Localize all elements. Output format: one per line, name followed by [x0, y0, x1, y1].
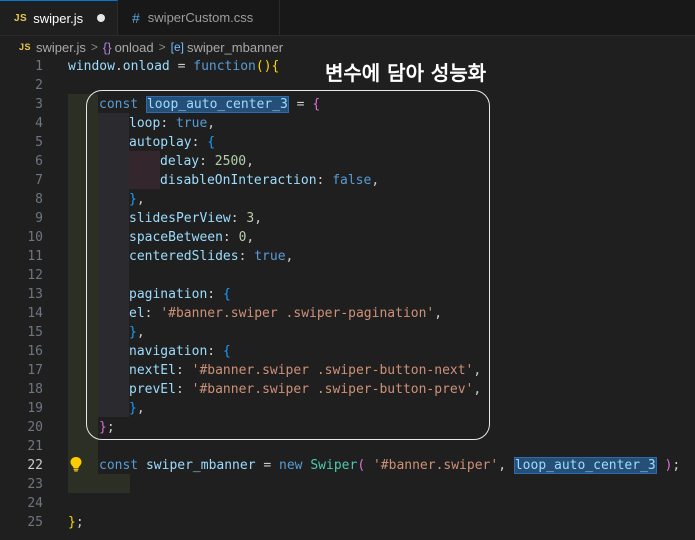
code-line: 25 };: [0, 513, 695, 532]
line-number: 25: [27, 515, 43, 530]
css-file-icon: #: [132, 9, 140, 26]
line-number: 4: [35, 116, 43, 131]
method-icon: {}: [102, 39, 112, 55]
line-number: 11: [27, 249, 43, 264]
annotation-box: [86, 90, 490, 440]
breadcrumb-variable[interactable]: swiper_mbanner: [187, 40, 283, 55]
code-text[interactable]: };: [68, 513, 84, 532]
tab-bar: JS swiper.js # swiperCustom.css: [0, 0, 695, 36]
js-file-icon: JS: [14, 12, 28, 24]
line-number: 23: [27, 477, 43, 492]
code-line-current: 22 const swiper_mbanner = new Swiper( '#…: [0, 456, 695, 475]
line-number: 21: [27, 439, 43, 454]
line-number: 16: [27, 344, 43, 359]
line-number: 22: [27, 458, 43, 473]
highlighted-symbol: loop_auto_center_3: [513, 457, 657, 474]
tab-swiper-js[interactable]: JS swiper.js: [0, 0, 118, 35]
lightbulb-icon[interactable]: [69, 456, 83, 472]
line-number: 3: [35, 97, 43, 112]
line-number: 1: [35, 59, 43, 74]
chevron-right-icon: >: [90, 40, 98, 54]
tab-swipercustom-css[interactable]: # swiperCustom.css: [118, 0, 280, 35]
line-number: 6: [35, 154, 43, 169]
code-line: 23: [0, 475, 695, 494]
line-number: 13: [27, 287, 43, 302]
js-file-icon: JS: [19, 42, 32, 52]
line-number: 7: [35, 173, 43, 188]
line-number: 18: [27, 382, 43, 397]
code-text[interactable]: window.onload = function(){: [68, 57, 279, 76]
variable-icon: [e]: [170, 40, 184, 54]
line-number: 19: [27, 401, 43, 416]
line-number: 17: [27, 363, 43, 378]
line-number: 9: [35, 211, 43, 226]
unsaved-dot-icon[interactable]: [97, 14, 105, 22]
chevron-right-icon: >: [158, 40, 166, 54]
line-number: 8: [35, 192, 43, 207]
tab-label: swiper.js: [33, 10, 84, 26]
line-number: 12: [27, 268, 43, 283]
code-text[interactable]: const swiper_mbanner = new Swiper( '#ban…: [99, 456, 680, 475]
annotation-text: 변수에 담아 성능화: [325, 61, 487, 85]
code-line: 24: [0, 494, 695, 513]
line-number: 5: [35, 135, 43, 150]
line-number: 10: [27, 230, 43, 245]
line-number: 14: [27, 306, 43, 321]
breadcrumb-file[interactable]: swiper.js: [36, 40, 86, 55]
line-number: 2: [35, 78, 43, 93]
line-number: 20: [27, 420, 43, 435]
tab-label: swiperCustom.css: [147, 10, 254, 25]
line-number: 24: [27, 496, 43, 511]
breadcrumb: JS swiper.js > {} onload > [e] swiper_mb…: [0, 36, 695, 58]
breadcrumb-symbol[interactable]: onload: [115, 40, 154, 55]
line-number: 15: [27, 325, 43, 340]
